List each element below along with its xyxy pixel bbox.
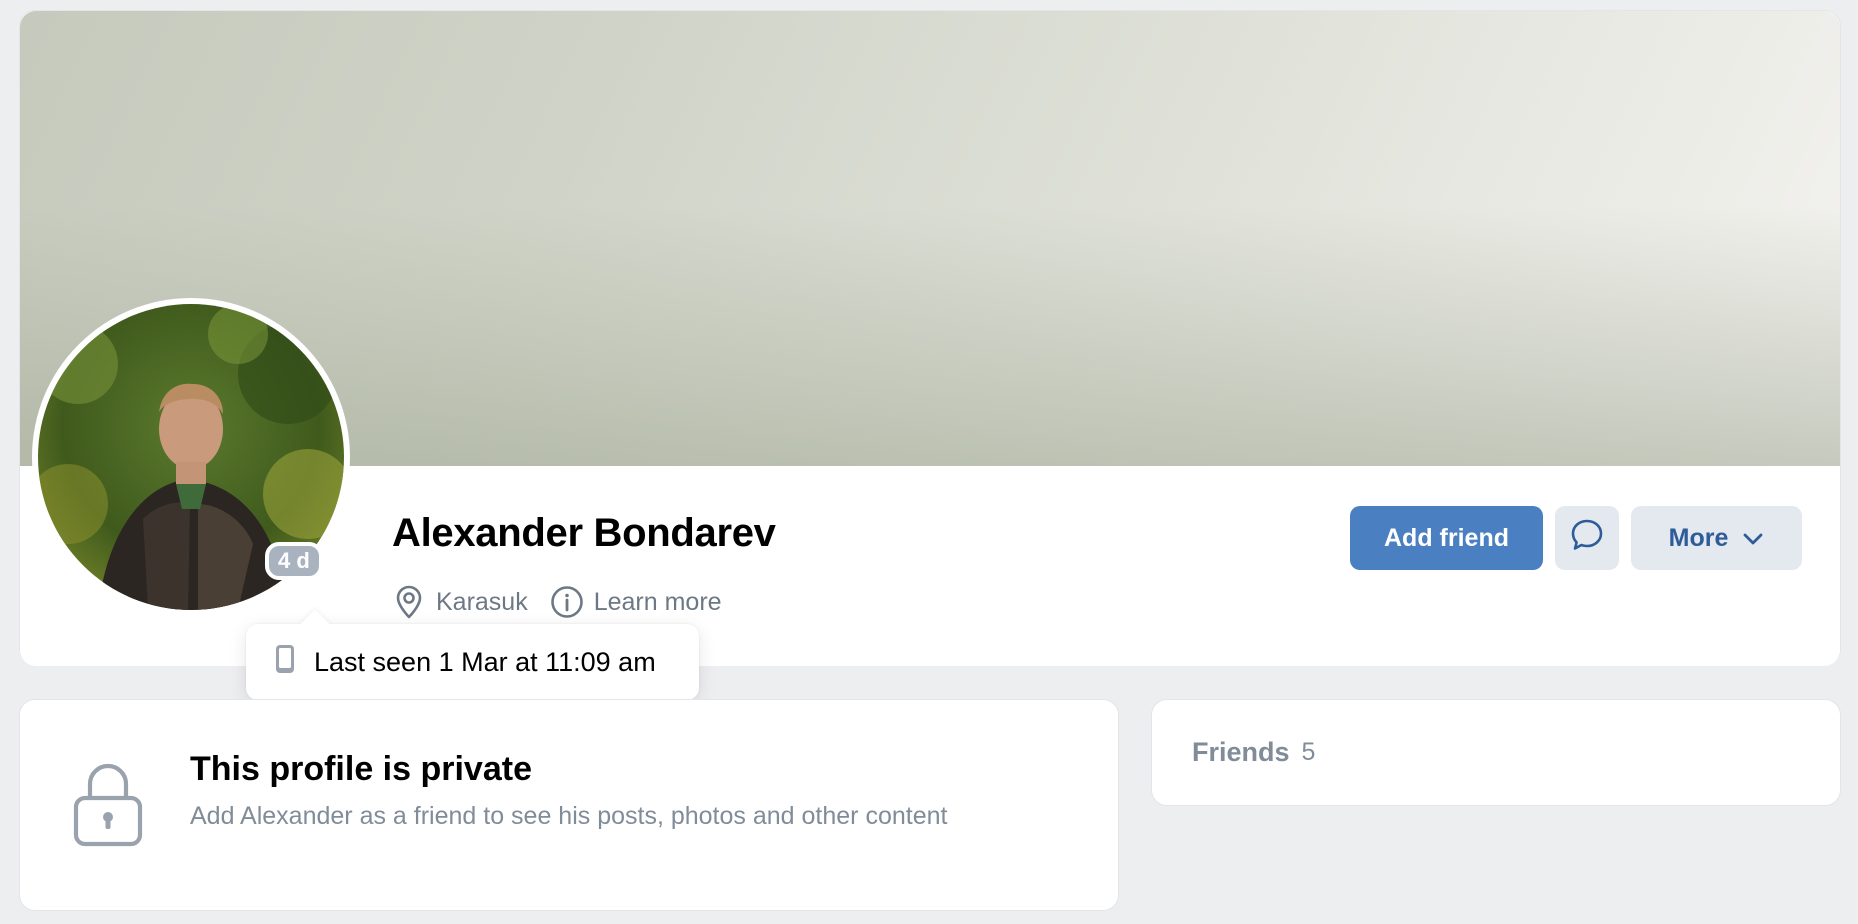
last-seen-tooltip: Last seen 1 Mar at 11:09 am (246, 624, 699, 700)
friends-label: Friends (1192, 737, 1290, 767)
location-text: Karasuk (436, 587, 528, 616)
learn-more-link[interactable]: Learn more (550, 585, 722, 619)
last-seen-text: Last seen 1 Mar at 11:09 am (314, 646, 656, 677)
location-pin-icon (392, 585, 426, 619)
private-title: This profile is private (190, 750, 532, 788)
profile-name: Alexander Bondarev (392, 511, 776, 555)
mobile-phone-icon (274, 643, 296, 682)
friends-card[interactable]: Friends 5 (1151, 699, 1841, 806)
info-icon (550, 585, 584, 619)
learn-more-text: Learn more (593, 587, 722, 616)
message-button[interactable] (1555, 506, 1619, 570)
location-link[interactable]: Karasuk (392, 585, 528, 619)
add-friend-button[interactable]: Add friend (1350, 506, 1543, 570)
more-label: More (1668, 523, 1729, 552)
message-bubble-icon (1569, 517, 1605, 560)
private-profile-card: This profile is private Add Alexander as… (19, 699, 1119, 911)
more-button[interactable]: More (1631, 506, 1802, 570)
chevron-down-icon (1742, 524, 1764, 553)
profile-actions: Add friend More (1350, 506, 1802, 570)
friends-count: 5 (1301, 738, 1316, 766)
profile-meta: Karasuk Learn more (392, 585, 722, 619)
private-description: Add Alexander as a friend to see his pos… (190, 802, 948, 830)
lock-icon (72, 760, 144, 853)
last-online-badge: 4 d (265, 542, 323, 580)
